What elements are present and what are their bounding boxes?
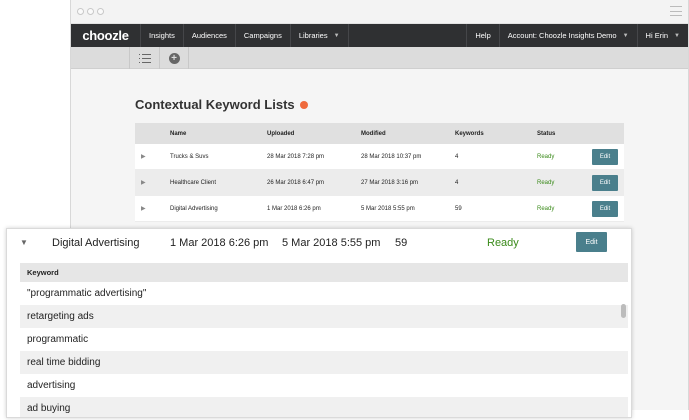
nav-account[interactable]: Account: Choozle Insights Demo ▼: [500, 24, 638, 47]
minimize-window-dot[interactable]: [87, 8, 94, 15]
keyword-lists-table: Name Uploaded Modified Keywords Status ▶…: [135, 123, 624, 222]
expanded-modified: 5 Mar 2018 5:55 pm: [282, 236, 381, 249]
row-uploaded: 1 Mar 2018 6:26 pm: [267, 205, 321, 212]
table-row[interactable]: ▶ Trucks & Suvs 28 Mar 2018 7:28 pm 28 M…: [135, 144, 624, 170]
table-row[interactable]: ▶ Digital Advertising 1 Mar 2018 6:26 pm…: [135, 196, 624, 222]
row-modified: 28 Mar 2018 10:37 pm: [361, 153, 422, 160]
top-navbar: choozle Insights Audiences Campaigns Lib…: [71, 24, 688, 47]
page-title-text: Contextual Keyword Lists: [135, 97, 295, 112]
row-name: Trucks & Suvs: [170, 153, 209, 160]
nav-libraries[interactable]: Libraries ▼: [291, 24, 349, 47]
expand-arrow-icon[interactable]: ▶: [135, 153, 170, 160]
keyword-row[interactable]: ad buying: [20, 397, 628, 417]
keyword-row[interactable]: programmatic: [20, 328, 628, 351]
expanded-uploaded: 1 Mar 2018 6:26 pm: [170, 236, 269, 249]
row-keywords: 4: [455, 153, 459, 160]
window-controls: [77, 8, 104, 15]
row-name: Healthcare Client: [170, 179, 217, 186]
page-title: Contextual Keyword Lists: [135, 97, 308, 112]
nav-insights-label: Insights: [149, 31, 175, 40]
keyword-row[interactable]: retargeting ads: [20, 305, 628, 328]
expand-arrow-icon[interactable]: ▶: [135, 179, 170, 186]
nav-user-label: Hi Erin: [645, 31, 669, 40]
nav-help-label: Help: [475, 31, 491, 40]
expanded-name: Digital Advertising: [52, 236, 140, 249]
chevron-down-icon: ▼: [674, 32, 680, 39]
nav-insights[interactable]: Insights: [141, 24, 184, 47]
scrollbar-thumb[interactable]: [621, 304, 626, 318]
header-status[interactable]: Status: [537, 131, 592, 137]
header-modified[interactable]: Modified: [361, 131, 455, 137]
row-uploaded: 26 Mar 2018 6:47 pm: [267, 179, 325, 186]
choozle-logo[interactable]: choozle: [71, 24, 141, 47]
table-row[interactable]: ▶ Healthcare Client 26 Mar 2018 6:47 pm …: [135, 170, 624, 196]
keyword-row[interactable]: real time bidding: [20, 351, 628, 374]
table-header: Name Uploaded Modified Keywords Status: [135, 123, 624, 144]
hamburger-icon[interactable]: [670, 6, 682, 16]
expand-arrow-icon[interactable]: ▶: [135, 205, 170, 212]
nav-help[interactable]: Help: [467, 24, 500, 47]
row-modified: 27 Mar 2018 3:16 pm: [361, 179, 419, 186]
header-name[interactable]: Name: [170, 131, 267, 137]
keyword-column-header[interactable]: Keyword: [20, 263, 628, 282]
expanded-status: Ready: [487, 236, 519, 249]
keyword-list[interactable]: "programmatic advertising" retargeting a…: [20, 282, 628, 417]
list-icon: [138, 53, 151, 63]
edit-button[interactable]: Edit: [592, 174, 618, 191]
collapse-arrow-icon[interactable]: ▼: [7, 238, 52, 247]
nav-spacer: [349, 24, 468, 47]
header-uploaded[interactable]: Uploaded: [267, 131, 361, 137]
expanded-keywords: 59: [395, 236, 408, 249]
row-name: Digital Advertising: [170, 205, 218, 212]
expanded-row-header[interactable]: ▼ Digital Advertising 1 Mar 2018 6:26 pm…: [7, 229, 631, 256]
nav-campaigns[interactable]: Campaigns: [236, 24, 291, 47]
keyword-row[interactable]: advertising: [20, 374, 628, 397]
window-titlebar: [71, 0, 688, 24]
chevron-down-icon: ▼: [333, 32, 340, 39]
info-badge-icon[interactable]: [299, 100, 308, 109]
edit-button[interactable]: Edit: [592, 148, 618, 165]
toolbar: +: [71, 47, 688, 69]
edit-button[interactable]: Edit: [592, 200, 618, 217]
row-uploaded: 28 Mar 2018 7:28 pm: [267, 153, 325, 160]
nav-audiences[interactable]: Audiences: [184, 24, 236, 47]
header-keywords[interactable]: Keywords: [455, 131, 537, 137]
plus-circle-icon: +: [168, 52, 180, 64]
nav-audiences-label: Audiences: [191, 31, 227, 40]
expanded-list-panel: ▼ Digital Advertising 1 Mar 2018 6:26 pm…: [6, 228, 632, 418]
expanded-edit-button[interactable]: Edit: [576, 232, 607, 252]
row-keywords: 59: [455, 205, 462, 212]
keyword-table: Keyword "programmatic advertising" retar…: [20, 263, 628, 417]
maximize-window-dot[interactable]: [97, 8, 104, 15]
list-view-button[interactable]: [129, 47, 159, 69]
chevron-down-icon: ▼: [622, 32, 629, 39]
add-list-button[interactable]: +: [159, 47, 189, 69]
nav-account-label: Account: Choozle Insights Demo: [507, 31, 617, 40]
close-window-dot[interactable]: [77, 8, 84, 15]
nav-libraries-label: Libraries: [298, 31, 328, 40]
row-modified: 5 Mar 2018 5:55 pm: [361, 205, 415, 212]
nav-campaigns-label: Campaigns: [243, 31, 282, 40]
row-keywords: 4: [455, 179, 459, 186]
row-status: Ready: [537, 205, 555, 212]
row-status: Ready: [537, 153, 555, 160]
keyword-row[interactable]: "programmatic advertising": [20, 282, 628, 305]
row-status: Ready: [537, 179, 555, 186]
nav-user[interactable]: Hi Erin ▼: [638, 24, 688, 47]
